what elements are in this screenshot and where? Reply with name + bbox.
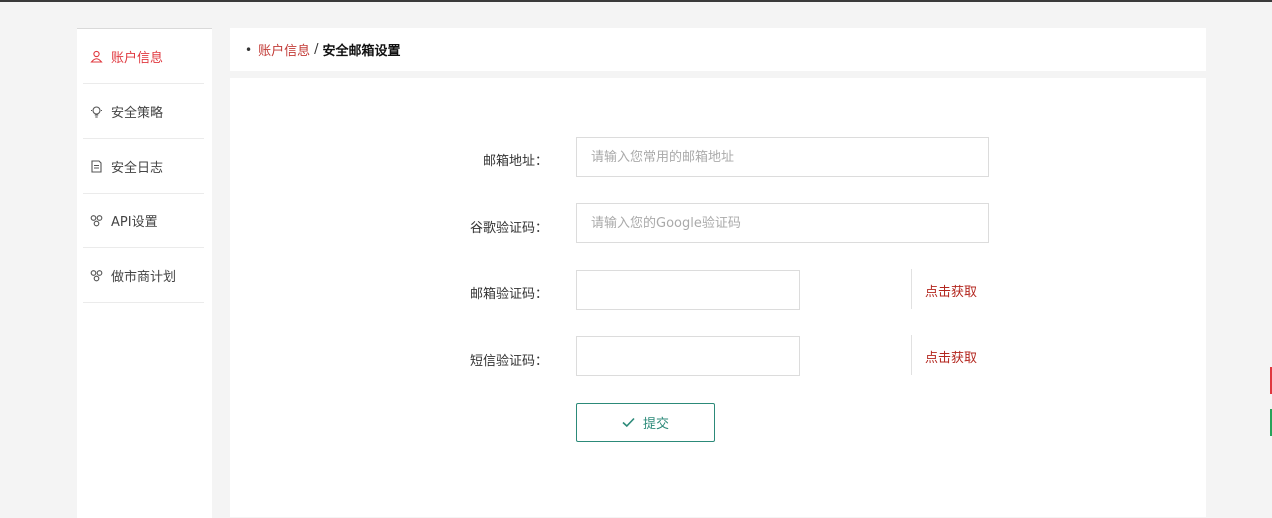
submit-button[interactable]: 提交 — [576, 403, 715, 442]
breadcrumb: • 账户信息 / 安全邮箱设置 — [230, 28, 1206, 71]
sms-code-label: 短信验证码： — [469, 354, 548, 369]
sidebar-item-account-info[interactable]: 账户信息 — [83, 30, 204, 84]
divider — [911, 335, 912, 375]
breadcrumb-bullet: • — [245, 42, 253, 57]
sidebar: 账户信息 安全策略 安全日志 API设置 做市商计划 — [77, 28, 212, 518]
email-get-code-link[interactable]: 点击获取 — [925, 281, 977, 300]
google-code-input[interactable] — [576, 203, 989, 243]
breadcrumb-separator: / — [314, 42, 319, 57]
email-label: 邮箱地址： — [482, 154, 548, 169]
sidebar-item-api-settings[interactable]: API设置 — [83, 194, 204, 248]
check-icon — [622, 417, 635, 428]
submit-label: 提交 — [642, 417, 669, 432]
email-code-input[interactable] — [576, 270, 800, 310]
breadcrumb-current: 安全邮箱设置 — [322, 44, 401, 59]
document-icon — [89, 160, 103, 174]
sidebar-item-label: 账户信息 — [111, 51, 164, 66]
nodes-icon — [89, 269, 103, 283]
lightbulb-icon — [89, 105, 103, 119]
email-code-label: 邮箱验证码： — [469, 287, 548, 302]
user-icon — [89, 50, 103, 64]
sidebar-item-security-log[interactable]: 安全日志 — [83, 140, 204, 194]
sidebar-item-security-policy[interactable]: 安全策略 — [83, 85, 204, 139]
sms-code-input[interactable] — [576, 336, 800, 376]
nodes-icon — [89, 214, 103, 228]
breadcrumb-parent-link[interactable]: 账户信息 — [258, 40, 310, 59]
window-top-border — [0, 0, 1272, 2]
sidebar-item-label: 安全日志 — [111, 161, 164, 176]
sidebar-item-label: API设置 — [111, 215, 158, 230]
sms-get-code-link[interactable]: 点击获取 — [925, 347, 977, 366]
email-input[interactable] — [576, 137, 989, 177]
sidebar-item-label: 安全策略 — [111, 106, 164, 121]
sidebar-item-label: 做市商计划 — [111, 270, 177, 285]
sidebar-item-market-maker[interactable]: 做市商计划 — [83, 249, 204, 303]
email-settings-form: 邮箱地址： 谷歌验证码： 邮箱验证码： 点击获取 短信验证码： 点击获取 提交 — [230, 78, 1206, 517]
divider — [911, 269, 912, 309]
google-code-label: 谷歌验证码： — [469, 221, 548, 236]
